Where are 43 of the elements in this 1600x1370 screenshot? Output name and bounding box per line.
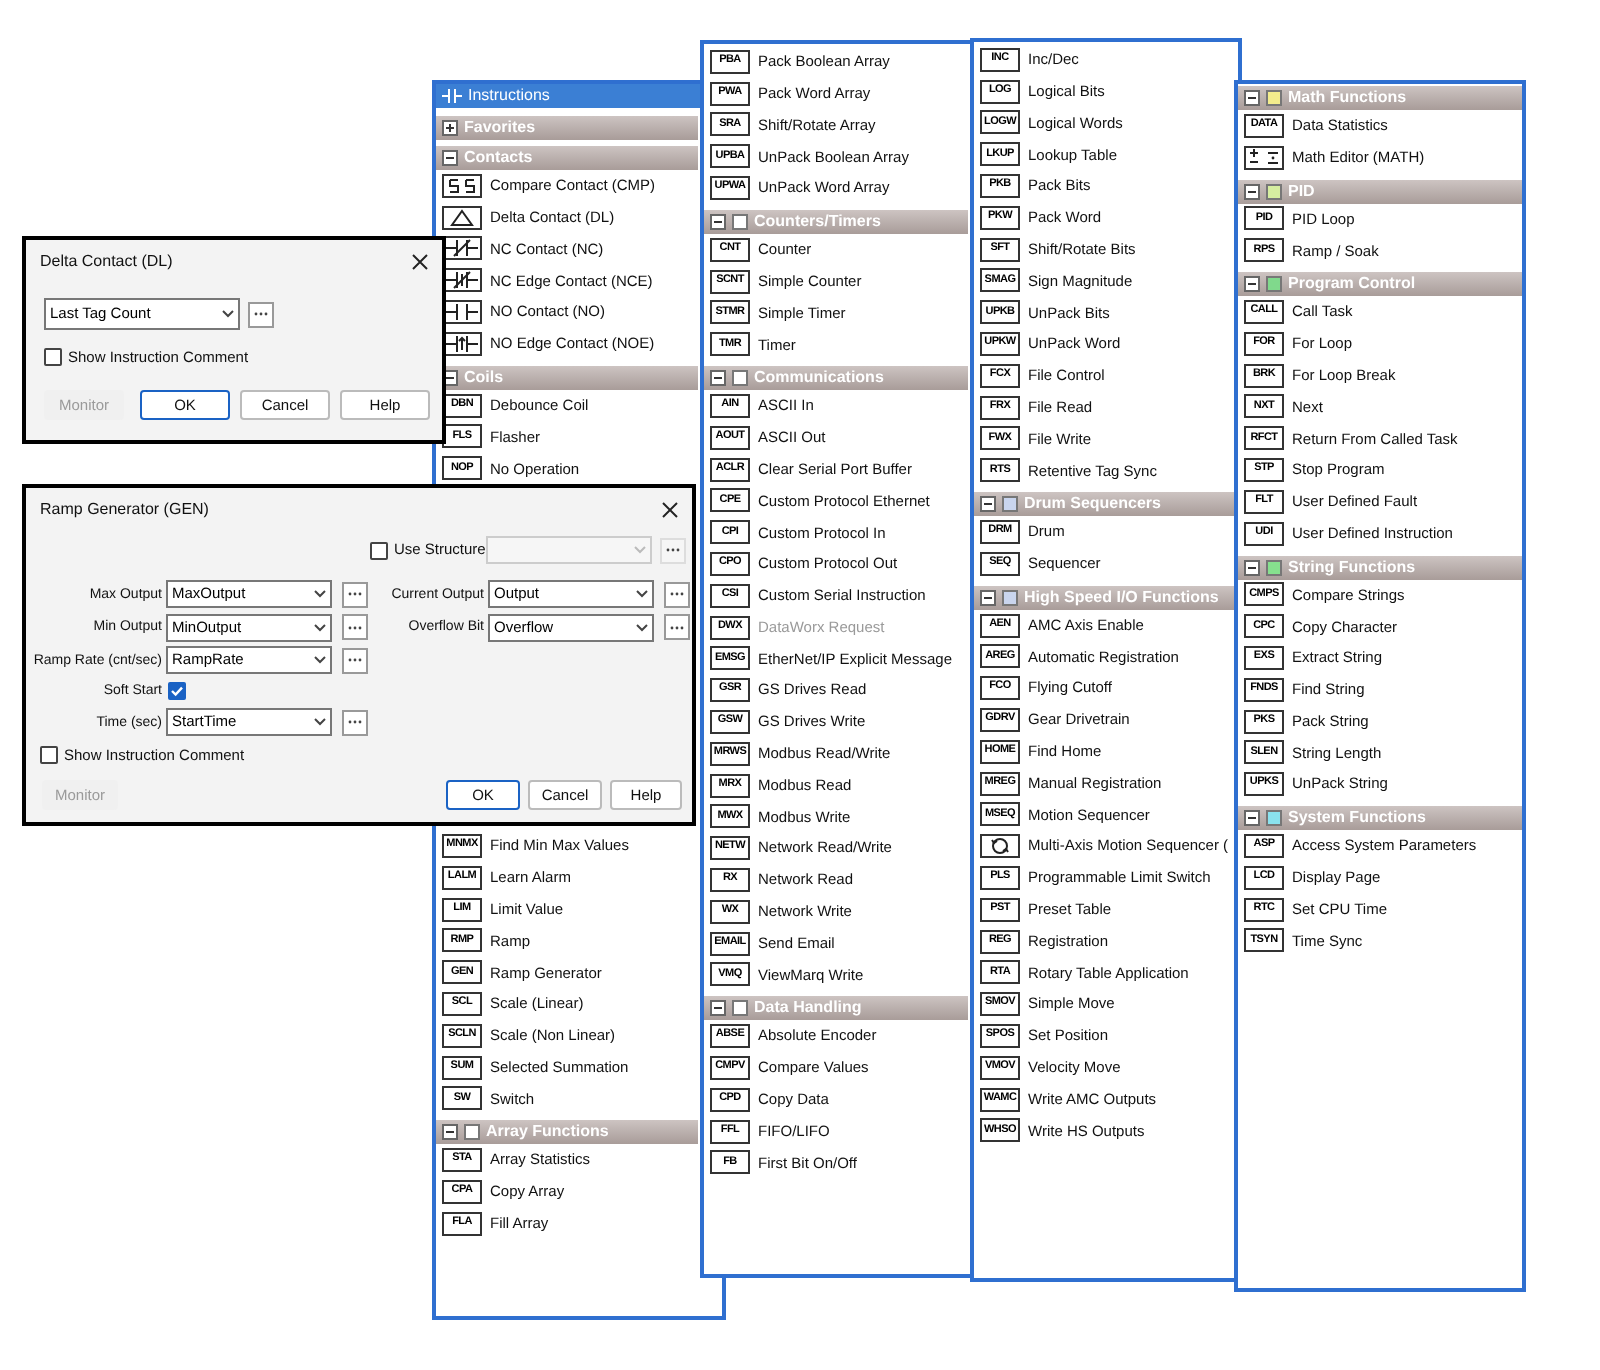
category-title: Favorites <box>464 120 536 136</box>
dialog-title: Ramp Generator (GEN) <box>40 502 209 518</box>
close-icon <box>662 502 678 518</box>
browse-button[interactable] <box>342 614 368 640</box>
category-title: System Functions <box>1288 810 1426 827</box>
checkbox[interactable] <box>168 682 186 700</box>
tag-dropdown[interactable] <box>486 536 652 564</box>
chevron-down-icon <box>314 590 326 598</box>
category-title: Contacts <box>464 150 533 166</box>
category-title: Math Functions <box>1288 90 1407 106</box>
chevron-down-icon <box>222 310 234 318</box>
category-title: Array Functions <box>486 1124 609 1141</box>
contact-icon <box>442 173 482 198</box>
panel-title: Instructions <box>468 88 550 104</box>
browse-button[interactable] <box>342 647 368 673</box>
checkbox[interactable] <box>44 348 62 366</box>
category-title: String Functions <box>1288 559 1416 576</box>
dialog-title: Delta Contact (DL) <box>40 254 173 270</box>
circular-arrows-icon <box>980 834 1020 859</box>
checkbox[interactable] <box>370 541 388 559</box>
chevron-down-icon <box>636 623 648 631</box>
category-title: Coils <box>464 369 504 386</box>
category-title: PID <box>1288 183 1315 200</box>
category-title: Communications <box>754 370 884 387</box>
chevron-down-icon <box>634 546 646 554</box>
browse-button[interactable] <box>664 614 690 640</box>
chevron-down-icon <box>314 718 326 726</box>
contact-icon <box>442 88 462 104</box>
browse-button[interactable] <box>664 581 690 607</box>
category-title: Program Control <box>1288 276 1416 293</box>
chevron-down-icon <box>314 656 326 664</box>
browse-button[interactable] <box>342 581 368 607</box>
chevron-down-icon <box>314 623 326 631</box>
checkbox[interactable] <box>40 746 58 764</box>
browse-button[interactable] <box>248 301 274 327</box>
category-title: Drum Sequencers <box>1024 496 1161 513</box>
chevron-down-icon <box>636 590 648 598</box>
close-icon <box>412 254 428 270</box>
browse-button[interactable] <box>342 709 368 735</box>
category-title: High Speed I/O Functions <box>1024 589 1219 606</box>
category-title: Counters/Timers <box>754 213 881 230</box>
category-title: Data Handling <box>754 1000 862 1017</box>
math-symbols-icon <box>1244 145 1284 170</box>
